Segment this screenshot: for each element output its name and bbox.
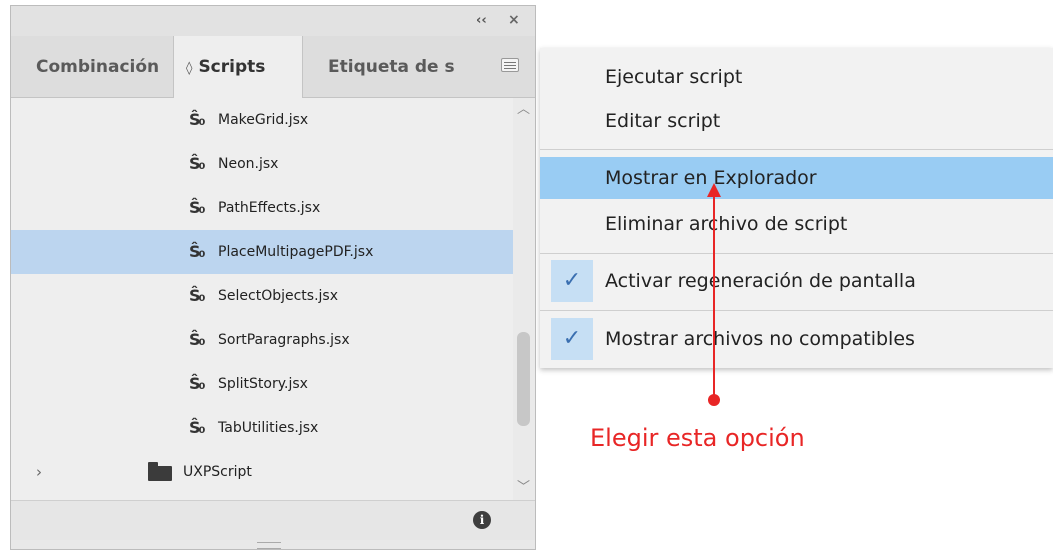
- resize-grip[interactable]: [257, 542, 281, 549]
- script-icon: Ŝ₀: [189, 418, 205, 437]
- checkmark-icon: ✓: [551, 260, 593, 302]
- sort-icon: ◊: [186, 61, 193, 76]
- script-name: MakeGrid.jsx: [218, 112, 309, 128]
- scripts-list: Ŝ₀ MakeGrid.jsx Ŝ₀ Neon.jsx Ŝ₀ PathEffec…: [11, 98, 513, 500]
- chevron-up-icon[interactable]: ︿: [517, 98, 530, 117]
- list-item-script[interactable]: Ŝ₀ SplitStory.jsx: [11, 362, 513, 406]
- script-icon: Ŝ₀: [189, 198, 205, 217]
- chevron-right-icon[interactable]: ›: [36, 450, 42, 494]
- menu-item-activar-regeneracion[interactable]: ✓ Activar regeneración de pantalla: [540, 260, 1053, 302]
- scrollbar[interactable]: ︿ ﹀: [513, 98, 535, 500]
- menu-item-eliminar-archivo[interactable]: Eliminar archivo de script: [540, 203, 1053, 245]
- panel-menu-icon[interactable]: [501, 58, 519, 72]
- menu-separator: [540, 149, 1053, 150]
- script-icon: Ŝ₀: [189, 154, 205, 173]
- list-item-script[interactable]: Ŝ₀ Neon.jsx: [11, 142, 513, 186]
- script-name: TabUtilities.jsx: [218, 420, 319, 436]
- context-menu: Ejecutar script Editar script Mostrar en…: [540, 48, 1053, 368]
- folder-icon: [148, 462, 172, 481]
- collapse-panel-icon[interactable]: ‹‹: [476, 13, 487, 28]
- tab-combinacion[interactable]: Combinación: [36, 36, 171, 98]
- list-item-script[interactable]: Ŝ₀ TabUtilities.jsx: [11, 406, 513, 450]
- menu-item-mostrar-no-compatibles[interactable]: ✓ Mostrar archivos no compatibles: [540, 318, 1053, 360]
- script-icon: Ŝ₀: [189, 110, 205, 129]
- close-panel-icon[interactable]: ×: [508, 12, 520, 28]
- list-item-script[interactable]: Ŝ₀ SelectObjects.jsx: [11, 274, 513, 318]
- panel-tab-bar: Combinación ◊ Scripts Etiqueta de s: [11, 36, 535, 98]
- list-item-script[interactable]: Ŝ₀ SortParagraphs.jsx: [11, 318, 513, 362]
- list-item-script[interactable]: Ŝ₀ PathEffects.jsx: [11, 186, 513, 230]
- menu-item-label: Mostrar archivos no compatibles: [605, 328, 915, 350]
- checkmark-icon: ✓: [551, 318, 593, 360]
- menu-separator: [540, 253, 1053, 254]
- panel-footer: i: [11, 500, 535, 540]
- script-name: PlaceMultipagePDF.jsx: [218, 244, 374, 260]
- list-item-script[interactable]: Ŝ₀ MakeGrid.jsx: [11, 98, 513, 142]
- menu-item-mostrar-en-explorador[interactable]: Mostrar en Explorador: [540, 157, 1053, 199]
- folder-name: UXPScript: [183, 464, 252, 480]
- tab-scripts[interactable]: ◊ Scripts: [173, 36, 303, 98]
- menu-item-label: Eliminar archivo de script: [605, 213, 848, 235]
- script-name: SortParagraphs.jsx: [218, 332, 350, 348]
- script-icon: Ŝ₀: [189, 242, 205, 261]
- list-item-folder[interactable]: › UXPScript: [11, 450, 513, 494]
- tab-scripts-label: Scripts: [198, 57, 266, 77]
- menu-separator: [540, 310, 1053, 311]
- annotation-arrow-head: [707, 183, 721, 197]
- script-name: SplitStory.jsx: [218, 376, 308, 392]
- script-icon: Ŝ₀: [189, 374, 205, 393]
- annotation-arrow-dot: [708, 394, 720, 406]
- panel-title-bar: ‹‹ ×: [11, 6, 535, 36]
- info-icon[interactable]: i: [473, 511, 491, 529]
- annotation-arrow-line: [713, 188, 715, 400]
- tab-etiqueta[interactable]: Etiqueta de s: [328, 36, 463, 98]
- scrollbar-thumb[interactable]: [517, 332, 530, 426]
- chevron-down-icon[interactable]: ﹀: [517, 476, 530, 495]
- menu-item-ejecutar-script[interactable]: Ejecutar script: [540, 58, 1053, 96]
- menu-item-editar-script[interactable]: Editar script: [540, 102, 1053, 140]
- menu-item-label: Activar regeneración de pantalla: [605, 270, 916, 292]
- annotation-label: Elegir esta opción: [590, 424, 805, 452]
- script-icon: Ŝ₀: [189, 286, 205, 305]
- script-icon: Ŝ₀: [189, 330, 205, 349]
- script-name: Neon.jsx: [218, 156, 279, 172]
- menu-item-label: Editar script: [605, 110, 721, 132]
- script-name: PathEffects.jsx: [218, 200, 321, 216]
- list-item-script-selected[interactable]: Ŝ₀ PlaceMultipagePDF.jsx: [11, 230, 513, 274]
- scripts-panel: ‹‹ × Combinación ◊ Scripts Etiqueta de s …: [10, 5, 536, 550]
- menu-item-label: Ejecutar script: [605, 66, 743, 88]
- script-name: SelectObjects.jsx: [218, 288, 338, 304]
